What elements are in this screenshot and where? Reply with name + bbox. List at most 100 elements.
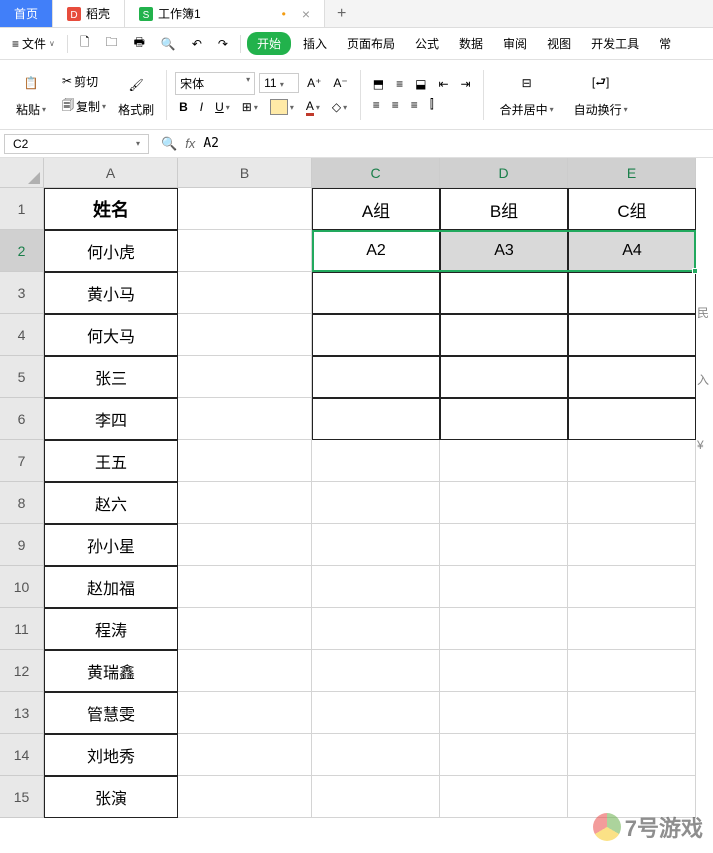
cell-B10[interactable] — [178, 566, 312, 608]
row-header-5[interactable]: 5 — [0, 356, 44, 398]
cell-B14[interactable] — [178, 734, 312, 776]
wrap-text-button[interactable]: [⮐] — [587, 69, 615, 97]
tab-review[interactable]: 审阅 — [495, 31, 535, 56]
cell-A15[interactable]: 张演 — [44, 776, 178, 818]
tab-formula[interactable]: 公式 — [407, 31, 447, 56]
cell-C1[interactable]: A组 — [312, 188, 440, 230]
redo-button[interactable]: ↷ — [212, 33, 234, 55]
cell-C13[interactable] — [312, 692, 440, 734]
underline-button[interactable]: U▾ — [211, 98, 234, 116]
cell-B15[interactable] — [178, 776, 312, 818]
cell-E13[interactable] — [568, 692, 696, 734]
cell-B8[interactable] — [178, 482, 312, 524]
merge-dropdown[interactable]: 合并居中▾ — [496, 99, 558, 120]
col-header-A[interactable]: A — [44, 158, 178, 188]
wrap-dropdown[interactable]: 自动换行▾ — [570, 99, 632, 120]
cell-C11[interactable] — [312, 608, 440, 650]
tab-page-layout[interactable]: 页面布局 — [339, 31, 403, 56]
align-middle-button[interactable]: ≡ — [392, 75, 407, 93]
cell-C8[interactable] — [312, 482, 440, 524]
cell-E10[interactable] — [568, 566, 696, 608]
align-right-button[interactable]: ≡ — [407, 96, 422, 114]
cell-D6[interactable] — [440, 398, 568, 440]
clear-format-button[interactable]: ◇▾ — [328, 98, 351, 116]
cell-B7[interactable] — [178, 440, 312, 482]
fx-icon[interactable]: fx — [185, 136, 195, 151]
align-bottom-button[interactable]: ⬓ — [411, 75, 430, 93]
cell-D15[interactable] — [440, 776, 568, 818]
zoom-fit-icon[interactable]: 🔍 — [161, 136, 177, 152]
cell-A6[interactable]: 李四 — [44, 398, 178, 440]
tab-data[interactable]: 数据 — [451, 31, 491, 56]
cell-E4[interactable] — [568, 314, 696, 356]
cell-E7[interactable] — [568, 440, 696, 482]
cell-B13[interactable] — [178, 692, 312, 734]
add-tab-button[interactable]: + — [325, 0, 358, 27]
font-name-select[interactable]: 宋体 ▾ — [175, 72, 255, 95]
format-painter-button[interactable]: 🖌 — [122, 71, 150, 99]
cell-C15[interactable] — [312, 776, 440, 818]
cell-E12[interactable] — [568, 650, 696, 692]
align-top-button[interactable]: ⬒ — [369, 75, 388, 93]
cell-B11[interactable] — [178, 608, 312, 650]
bold-button[interactable]: B — [175, 98, 192, 116]
cell-B12[interactable] — [178, 650, 312, 692]
cell-C2[interactable]: A2 — [312, 230, 440, 272]
tab-view[interactable]: 视图 — [539, 31, 579, 56]
cell-C12[interactable] — [312, 650, 440, 692]
tab-more[interactable]: 常 — [651, 31, 679, 56]
col-header-C[interactable]: C — [312, 158, 440, 188]
cell-E6[interactable] — [568, 398, 696, 440]
tab-insert[interactable]: 插入 — [295, 31, 335, 56]
align-left-button[interactable]: ≡ — [369, 96, 384, 114]
row-header-15[interactable]: 15 — [0, 776, 44, 818]
fill-color-button[interactable]: ▾ — [266, 97, 298, 117]
selection-fill-handle[interactable] — [692, 268, 698, 274]
increase-font-button[interactable]: A⁺ — [303, 74, 325, 92]
cut-button[interactable]: ✂剪切 — [58, 71, 110, 92]
cell-A3[interactable]: 黄小马 — [44, 272, 178, 314]
col-header-B[interactable]: B — [178, 158, 312, 188]
border-button[interactable]: ⊞▾ — [238, 98, 262, 116]
cell-C9[interactable] — [312, 524, 440, 566]
cell-A13[interactable]: 管慧雯 — [44, 692, 178, 734]
cell-C14[interactable] — [312, 734, 440, 776]
row-header-12[interactable]: 12 — [0, 650, 44, 692]
indent-increase-button[interactable]: ⇥ — [457, 75, 475, 93]
cell-D11[interactable] — [440, 608, 568, 650]
cell-A8[interactable]: 赵六 — [44, 482, 178, 524]
font-size-select[interactable]: 11 ▾ — [259, 73, 299, 93]
align-center-button[interactable]: ≡ — [388, 96, 403, 114]
cell-D5[interactable] — [440, 356, 568, 398]
cell-C6[interactable] — [312, 398, 440, 440]
row-header-4[interactable]: 4 — [0, 314, 44, 356]
font-color-button[interactable]: A▾ — [302, 97, 324, 118]
cell-D7[interactable] — [440, 440, 568, 482]
cell-C5[interactable] — [312, 356, 440, 398]
undo-button[interactable]: ↶ — [186, 33, 208, 55]
cell-A11[interactable]: 程涛 — [44, 608, 178, 650]
cell-E5[interactable] — [568, 356, 696, 398]
italic-button[interactable]: I — [196, 98, 207, 116]
preview-button[interactable]: 🔍 — [155, 33, 182, 55]
indent-decrease-button[interactable]: ⇤ — [434, 75, 452, 93]
row-header-13[interactable]: 13 — [0, 692, 44, 734]
cell-E2[interactable]: A4 — [568, 230, 696, 272]
cell-C4[interactable] — [312, 314, 440, 356]
distribute-button[interactable]: ⫿ — [426, 95, 438, 114]
row-header-6[interactable]: 6 — [0, 398, 44, 440]
close-tab-icon[interactable]: × — [302, 6, 310, 22]
cell-E11[interactable] — [568, 608, 696, 650]
cell-A9[interactable]: 孙小星 — [44, 524, 178, 566]
row-header-10[interactable]: 10 — [0, 566, 44, 608]
cell-B5[interactable] — [178, 356, 312, 398]
cell-A12[interactable]: 黄瑞鑫 — [44, 650, 178, 692]
cell-E9[interactable] — [568, 524, 696, 566]
cell-A10[interactable]: 赵加福 — [44, 566, 178, 608]
cell-A4[interactable]: 何大马 — [44, 314, 178, 356]
cell-B2[interactable] — [178, 230, 312, 272]
cell-D2[interactable]: A3 — [440, 230, 568, 272]
copy-button[interactable]: 🗐复制▾ — [58, 94, 110, 119]
tab-daoke[interactable]: D 稻壳 — [53, 0, 125, 27]
cell-D9[interactable] — [440, 524, 568, 566]
